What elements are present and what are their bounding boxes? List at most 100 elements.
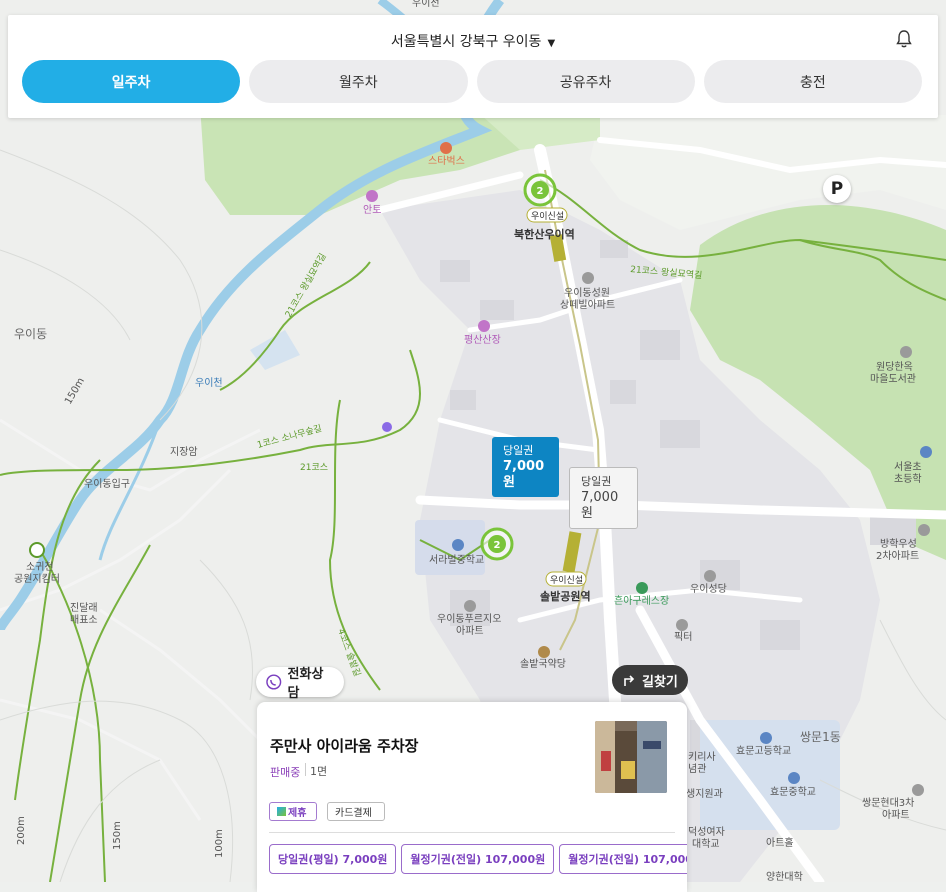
map-label: 안토 [363,204,381,216]
apartment-icon [912,784,924,796]
divider [269,832,675,833]
shop-icon [676,619,688,631]
starbucks-icon [440,142,452,154]
parking-lot-name: 주만사 아이라움 주차장 [270,737,419,755]
map-label: 우이천 [412,0,440,9]
map-label: 쌍문1동 [800,730,841,744]
map-label: 효문고등학교 [736,745,791,757]
partner-badge: 제휴 [269,802,317,821]
apartment-icon [582,272,594,284]
call-button[interactable]: 전화상담 [256,667,344,701]
map-label: 2차아파트 [876,550,919,562]
ticket-option[interactable]: 월정기권(전일) 107,000원 [401,844,555,874]
caret-down-icon: ▼ [547,38,556,49]
map-label: 우이동입구 [84,477,130,490]
tab-daily[interactable]: 일주차 [22,60,241,103]
map-label: 우이동성원 [564,287,610,299]
map-label: 상떼빌아파트 [560,299,615,311]
price-amount: 7,000원 [581,490,619,521]
map-label: 키리사 [688,751,716,763]
price-type: 당일권 [581,475,612,488]
tab-monthly[interactable]: 월주차 [249,60,468,103]
map-label: 우이성당 [690,583,727,595]
park-entrance-icon [29,542,45,558]
parking-type-tabs: 일주차 월주차 공유주차 충전 [22,60,922,103]
map-label: 아트홀 [766,836,794,849]
parking-price-marker-selected[interactable]: 당일권 7,000원 [492,437,559,497]
map-label: 념관 [688,763,706,775]
map-label: 솔밭공원역 [540,589,591,603]
tab-charging[interactable]: 충전 [703,60,922,103]
library-icon [900,346,912,358]
turn-right-icon [624,675,635,686]
parking-pin-marker[interactable]: P [823,175,851,203]
card-payment-badge: 카드결제 [327,802,385,821]
map-label: 21코스 [300,462,328,473]
ticket-option[interactable]: 월정기권(전일) 107,000원 [559,844,687,874]
call-label: 전화상담 [287,667,324,701]
map-label: 지장암 [170,446,198,458]
divider [305,763,306,776]
apartment-icon [464,600,476,612]
map-label: 서라벌중학교 [429,554,484,566]
parking-cluster-marker[interactable]: 2 [480,527,514,561]
partner-label: 제휴 [288,808,307,819]
parking-cluster-marker[interactable]: 2 [523,173,557,207]
map-label: 우이천 [195,377,223,389]
location-selector[interactable]: 서울특별시 강북구 우이동 ▼ [8,31,938,51]
map-label: 우이동푸르지오 [437,613,501,625]
lodging-icon [478,320,490,332]
school-icon [760,732,772,744]
map-label: 초등학 [894,473,922,485]
map-label: 솔밭국약당 [520,658,566,670]
ticket-option[interactable]: 당일권(평일) 7,000원 [269,844,397,874]
station-badge-label: 우이신설 [531,211,564,222]
map-label: 서울초 [894,461,922,473]
map-label: 매표소 [70,614,98,626]
directions-label: 길찾기 [642,674,678,690]
map-label: 아파트 [882,809,910,821]
directions-button[interactable]: 길찾기 [612,665,688,695]
map-label: 흔아구레스장 [614,594,669,607]
map-label: 150m [112,821,123,850]
map-label: 소귀천 [26,561,54,573]
shop-icon [636,582,648,594]
map-label: 대학교 [692,838,720,850]
partner-logo-icon [277,807,286,816]
school-icon [920,446,932,458]
map-label: 평산산장 [464,334,501,346]
map-label: 덕성여자 [688,826,725,838]
pharmacy-icon [538,646,550,658]
map-label: 양한대학 [766,871,803,882]
school-icon [788,772,800,784]
cluster-count: 2 [537,186,544,197]
map-label: 아파트 [456,625,484,637]
map-label: 공원지킴터 [14,573,60,585]
top-panel: 서울특별시 강북구 우이동 ▼ 일주차 월주차 공유주차 충전 [8,15,938,118]
apartment-icon [918,524,930,536]
tab-shared[interactable]: 공유주차 [476,60,695,103]
map-label: 100m [214,829,225,858]
cluster-count: 2 [494,540,501,551]
map-label: 마을도서관 [870,373,916,385]
map-label: 북한산우이역 [514,227,575,241]
space-count: 1면 [310,765,328,778]
station-badge-label: 우이신설 [550,575,583,586]
map-label: 200m [16,816,27,845]
ticket-list: 당일권(평일) 7,000원 월정기권(전일) 107,000원 월정기권(전일) … [269,844,687,874]
bell-icon[interactable] [894,29,914,49]
phone-icon [266,674,282,690]
parking-price-marker[interactable]: 당일권 7,000원 [569,467,638,529]
map-label: 우이동 [14,327,47,341]
map-label: 효문중학교 [770,786,816,798]
lodging-icon [366,190,378,202]
location-dot [382,422,392,432]
parking-lot-card[interactable]: 주만사 아이라움 주차장 판매중 1면 제휴 카드결제 당일권(평일) 7,00… [257,702,687,892]
map-label: 진달래 [70,602,98,614]
map-label: 픽터 [674,631,692,643]
sale-status: 판매중 [270,766,301,779]
map-label: 방학우성 [880,538,917,550]
map-label: 쌍문현대3차 [862,797,914,809]
location-label: 서울특별시 강북구 우이동 [390,34,542,50]
parking-lot-photo[interactable] [595,721,667,793]
